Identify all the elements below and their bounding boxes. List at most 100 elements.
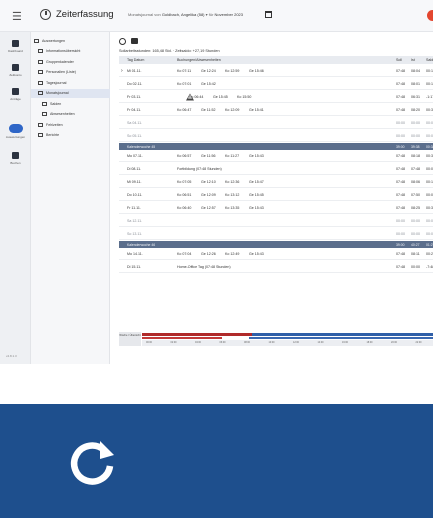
row-date: Mo 14.11. [127,251,143,256]
version-label: v4.8.1.3 [6,354,17,358]
row-date: So 13.11. [127,231,143,236]
refresh-icon[interactable] [57,428,127,498]
table-row[interactable]: Di 08.11. Fortbildung (07:48 Stunden) 07:4… [119,163,433,175]
tree-item[interactable]: Berichte [31,131,110,140]
tree-item[interactable]: Monatsjournal [31,88,110,98]
booking-entry: Ko 13:35 [225,205,240,210]
row-soll: 00:00 [396,231,405,236]
booking-entry: Ge 12:26 [201,251,216,256]
tree-item[interactable]: Abwesenheiten [31,110,110,119]
table-row[interactable]: Do 02.11. Ko 07:01 Ge 15:42 07:48 08:01 00:13 [119,78,433,90]
row-saldo: 00:00 [426,120,433,125]
timeline-bar-work-secondary [249,337,433,339]
table-row[interactable]: So 13.11. 00:00 00:00 00:00 [119,228,433,240]
booking-entry: Ko 11:27 [225,153,240,158]
row-ist: 08:25 [411,205,420,210]
row-saldo: 00:23 [426,251,433,256]
row-saldo: 00:02 [426,192,433,197]
table-row[interactable]: Fr 11.11. Ko 06:40 Ge 12:57 Ko 13:35 Ge 15:4… [119,202,433,214]
table-row[interactable]: Mo 14.11. Ko 07:04 Ge 12:26 Ko 12:49 Ge 15:4… [119,248,433,260]
booking-entry: Ko 12:09 [225,107,240,112]
rail-item-auswertungen[interactable]: Auswertungen [0,124,31,139]
week-ist: 39:38 [411,144,420,149]
row-saldo: -1:17 [426,94,433,99]
tree-item-label: Informationsübersicht [46,49,81,53]
tree-item[interactable]: Gruppenkalender [31,57,110,66]
booking-entry: Ko 06:47 [177,107,192,112]
table-row[interactable]: Do 10.11. Ko 06:51 Ge 12:09 Ko 13:12 Ge 15:4… [119,189,433,201]
table-row[interactable]: Di 15.11. Home-Office Tag (07:48 Stunden)… [119,261,433,273]
tree-item[interactable]: Personalien (Liste) [31,68,110,77]
rail-item-anträge[interactable]: Anträge [0,88,31,101]
week-summary-row: Kalenderwoche 45 39:00 39:38 00:38 [119,143,433,150]
rail-item-zeitkonto[interactable]: Zeitkonto [0,64,31,77]
document-icon [38,49,43,53]
table-row[interactable]: Mi 09.11. Ko 07:05 Ge 12:10 Ko 12:36 Ge 15:4… [119,176,433,188]
timeline-label: Woche / Übersicht [119,332,141,346]
people-icon [8,124,23,133]
tree-item[interactable]: Informationsübersicht [31,47,110,56]
row-date: Sa 12.11. [127,218,143,223]
row-ist: 08:01 [411,81,420,86]
row-saldo: 00:00 [426,231,433,236]
timeline-tick: 02:00 [170,340,177,344]
booking-entry: Ge 15:45 [249,192,264,197]
table-row[interactable]: Sa 04.11. 00:00 00:00 00:00 [119,117,433,129]
rail-item-buchen[interactable]: Buchen [0,152,31,165]
row-soll: 00:00 [396,133,405,138]
column-header: Buchungen/Abwesenheiten [177,58,221,62]
timeline: Woche / Übersicht 00:00 02:00 04:00 06:00 08… [119,332,433,346]
row-ist: 00:00 [411,231,420,236]
table-row[interactable]: Fr 04.11. Ko 06:47 Ge 11:52 Ko 12:09 Ge 15:4… [119,104,433,116]
booking-entry: Ko 06:40 [177,205,192,210]
table-row[interactable]: Sa 12.11. 00:00 00:00 00:00 [119,215,433,227]
booking-entry: Ko 07:05 [177,179,192,184]
journal-filter[interactable]: Monatsjournal von Goldbach, Angelika (58… [128,12,243,17]
timeline-tick: 04:00 [195,340,201,344]
booking-entry: Ge 12:10 [201,179,216,184]
nav-rail: Dashboard Zeitkonto Anträge Auswertungen Buc… [0,32,31,364]
main-panel: Sollarbeitsstunden: 165,48 Std. · Zeitsa… [110,32,433,364]
row-ist: 08:06 [411,179,420,184]
settings-icon[interactable] [119,38,126,45]
tree-item-label: Personalien (Liste) [46,70,76,74]
print-icon[interactable] [131,38,138,44]
tree-item-label: Fehlzeiten [46,122,63,127]
table-row[interactable]: › Mi 01.11. Ko 07:11 Ge 12:24 Ko 12:59 Ge 15:… [119,65,433,77]
menu-icon[interactable]: ☰ [12,10,22,23]
row-ist: 00:00 [411,133,420,138]
pen-icon [12,152,19,159]
booking-entry: Ge 15:43 [249,251,264,256]
table-row[interactable]: So 05.11. 00:00 00:00 00:00 [119,130,433,142]
row-date: Fr 04.11. [127,107,142,112]
booking-entry: Ge 11:56 [201,153,216,158]
row-ist: 07:48 [411,166,420,171]
rail-item-dashboard[interactable]: Dashboard [0,40,31,53]
tree-item[interactable]: Salden [31,99,110,108]
app-screenshot: ☰ Zeiterfassung Monatsjournal von Goldba… [0,0,433,364]
row-date: Mi 09.11. [127,179,142,184]
document-icon [38,70,43,74]
row-date: Do 10.11. [127,192,143,197]
timeline-axis[interactable] [142,340,433,346]
tree-item[interactable]: Tagesjournal [31,78,110,87]
row-soll: 07:48 [396,251,405,256]
row-soll: 07:48 [396,205,405,210]
row-date: Fr 11.11. [127,205,141,210]
booking-entry: Ko 06:57 [177,153,192,158]
timeline-tick: 08:00 [244,340,250,344]
row-soll: 07:48 [396,264,405,269]
notification-badge[interactable] [427,10,433,21]
calendar-icon[interactable] [265,11,272,18]
table-row[interactable]: Fr 03.11. Ko 06:44 Ge 15:45 Ko 15:50 07:48 06… [119,91,433,103]
rail-item-label: Auswertungen [5,135,26,139]
rail-item-label: Anträge [10,97,21,101]
booking-entry: Ko 07:11 [177,68,192,73]
booking-entry: Ko 06:44 [189,94,204,99]
tree-item[interactable]: Fehlzeiten [31,120,110,129]
tree-item[interactable]: Auswertungen [31,36,110,45]
week-saldo: 00:38 [426,144,433,149]
rail-item-label: Zeitkonto [9,73,22,77]
table-row[interactable]: Mo 07.11. Ko 06:57 Ge 11:56 Ko 11:27 Ge 15:4… [119,150,433,162]
booking-entry: Ko 06:51 [177,192,192,197]
